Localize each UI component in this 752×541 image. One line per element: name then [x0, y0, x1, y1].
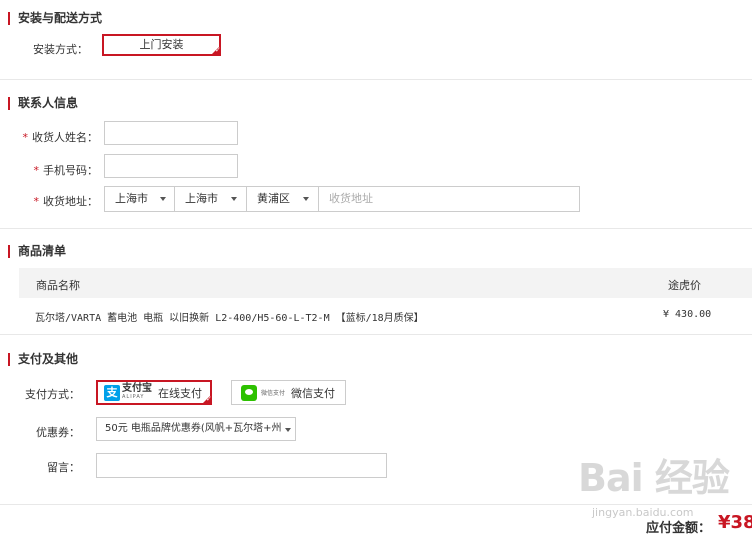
remark-input[interactable]: [96, 453, 387, 478]
selected-check-icon: [210, 45, 221, 56]
coupon-select[interactable]: 50元 电瓶品牌优惠券(风帆+瓦尔塔+州: [96, 417, 296, 441]
payment-method-label: 支付方式：: [25, 388, 80, 401]
divider: [0, 504, 752, 505]
city-value: 上海市: [185, 192, 218, 205]
product-price: ¥ 430.00: [663, 309, 712, 320]
column-header-name: 商品名称: [36, 279, 80, 292]
section-title-products: 商品清单: [8, 245, 66, 258]
chevron-down-icon: [303, 197, 309, 201]
chevron-down-icon: [285, 428, 291, 432]
address-detail-input[interactable]: 收货地址: [319, 187, 579, 211]
wechat-brand: 微信支付: [261, 390, 286, 397]
required-mark: *: [33, 195, 40, 208]
watermark-logo: Bai 经验: [578, 456, 730, 500]
section-title-install: 安装与配送方式: [8, 12, 102, 25]
wechat-icon: [241, 384, 257, 401]
city-select[interactable]: 上海市: [175, 187, 247, 211]
province-select[interactable]: 上海市: [105, 187, 175, 211]
product-name: 瓦尔塔/VARTA 蓄电池 电瓶 以旧换新 L2-400/H5-60-L-T2-…: [35, 313, 424, 324]
install-method-option[interactable]: 上门安装: [102, 34, 221, 56]
required-mark: *: [22, 131, 29, 144]
product-table-header: 商品名称 途虎价: [19, 268, 752, 298]
wechat-pay-label: 微信支付: [291, 386, 336, 400]
total-label: 应付金额：: [646, 521, 712, 536]
alipay-label: 在线支付: [158, 386, 202, 400]
required-mark: *: [33, 164, 40, 177]
total-amount: ¥380: [718, 512, 752, 533]
section-title-payment: 支付及其他: [8, 353, 78, 366]
divider: [0, 79, 752, 80]
alipay-brand: 支付宝 ALIPAY: [122, 382, 152, 400]
chevron-down-icon: [160, 197, 166, 201]
wechat-pay-option[interactable]: 微信支付 微信支付: [231, 380, 346, 405]
receiver-name-label: * 收货人姓名：: [22, 131, 99, 144]
phone-label: * 手机号码：: [33, 164, 99, 177]
divider: [0, 334, 752, 335]
divider: [0, 228, 752, 229]
alipay-option[interactable]: 支 支付宝 ALIPAY 在线支付: [96, 380, 212, 405]
coupon-value: 50元 电瓶品牌优惠券(风帆+瓦尔塔+州: [105, 423, 282, 434]
district-value: 黄浦区: [257, 192, 290, 205]
install-method-label: 安装方式：: [33, 43, 88, 56]
district-select[interactable]: 黄浦区: [247, 187, 319, 211]
install-method-value: 上门安装: [139, 38, 184, 51]
coupon-label: 优惠券：: [36, 426, 80, 439]
receiver-name-input[interactable]: [104, 121, 238, 145]
column-header-price: 途虎价: [668, 279, 701, 292]
province-value: 上海市: [115, 192, 148, 205]
section-title-contact: 联系人信息: [8, 97, 78, 110]
chevron-down-icon: [231, 197, 237, 201]
alipay-icon: 支: [104, 384, 120, 401]
address-field: 上海市 上海市 黄浦区 收货地址: [104, 186, 580, 212]
selected-check-icon: [201, 394, 212, 405]
address-label: * 收货地址：: [33, 195, 99, 208]
remark-label: 留言：: [47, 461, 80, 474]
phone-input[interactable]: [104, 154, 238, 178]
